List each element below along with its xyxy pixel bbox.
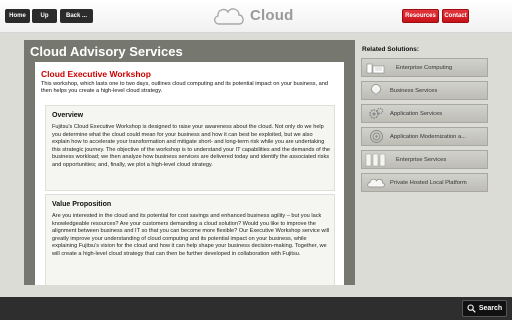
- gears-icon: [365, 105, 387, 122]
- overview-heading: Overview: [52, 112, 84, 119]
- overview-section: Overview Fujitsu's Cloud Executive Works…: [45, 105, 335, 191]
- search-button-label: Search: [478, 305, 503, 312]
- value-proposition-heading: Value Proposition: [52, 201, 112, 208]
- contact-button[interactable]: Contact: [442, 9, 469, 23]
- related-item-business-services[interactable]: Business Services: [361, 81, 488, 100]
- resources-button[interactable]: Resources: [402, 9, 439, 23]
- top-header: Home Up Back ... Cloud Resources Contact: [0, 0, 512, 33]
- overview-body: Fujitsu's Cloud Executive Workshop is de…: [52, 124, 330, 168]
- related-item-private-hosted-local-platform[interactable]: Private Hosted Local Platform: [361, 173, 488, 192]
- brand-title: Cloud: [250, 7, 294, 24]
- main-panel: Cloud Advisory Services Cloud Executive …: [24, 40, 355, 285]
- related-item-label: Business Services: [390, 87, 438, 94]
- article-scroll-area[interactable]: Cloud Executive Workshop This workshop, …: [35, 62, 344, 285]
- back-button-label: Back ...: [65, 13, 87, 19]
- search-button[interactable]: Search: [462, 300, 507, 317]
- related-solutions-heading: Related Solutions:: [362, 46, 420, 53]
- related-item-label: Application Modernization a...: [390, 133, 467, 140]
- target-icon: [365, 128, 387, 145]
- back-button[interactable]: Back ...: [60, 9, 93, 23]
- related-item-enterprise-computing[interactable]: Enterprise Computing: [361, 58, 488, 77]
- search-icon: [467, 304, 476, 313]
- up-button[interactable]: Up: [32, 9, 57, 23]
- related-item-label: Enterprise Services: [396, 156, 447, 163]
- article-intro: This workshop, which lasts one to two da…: [41, 81, 328, 95]
- article-title: Cloud Executive Workshop: [41, 69, 151, 79]
- value-proposition-body: Are you interested in the cloud and its …: [52, 213, 330, 257]
- home-button[interactable]: Home: [5, 9, 30, 23]
- bottom-toolbar: Search: [0, 297, 512, 320]
- related-item-label: Application Services: [390, 110, 443, 117]
- related-item-application-services[interactable]: Application Services: [361, 104, 488, 123]
- resources-button-label: Resources: [405, 13, 436, 19]
- server-rack-icon: [365, 151, 387, 168]
- contact-button-label: Contact: [444, 13, 467, 19]
- related-item-label: Private Hosted Local Platform: [390, 179, 467, 186]
- related-item-application-modernization[interactable]: Application Modernization a...: [361, 127, 488, 146]
- page-title: Cloud Advisory Services: [30, 44, 183, 59]
- value-proposition-section: Value Proposition Are you interested in …: [45, 194, 335, 285]
- cloud-icon: [365, 174, 387, 191]
- servers-icon: [365, 59, 387, 76]
- cloud-logo-icon: [214, 8, 244, 25]
- related-item-label: Enterprise Computing: [396, 64, 453, 71]
- home-button-label: Home: [9, 13, 26, 19]
- up-button-label: Up: [40, 13, 49, 19]
- lightbulb-icon: [365, 82, 387, 99]
- related-item-enterprise-services[interactable]: Enterprise Services: [361, 150, 488, 169]
